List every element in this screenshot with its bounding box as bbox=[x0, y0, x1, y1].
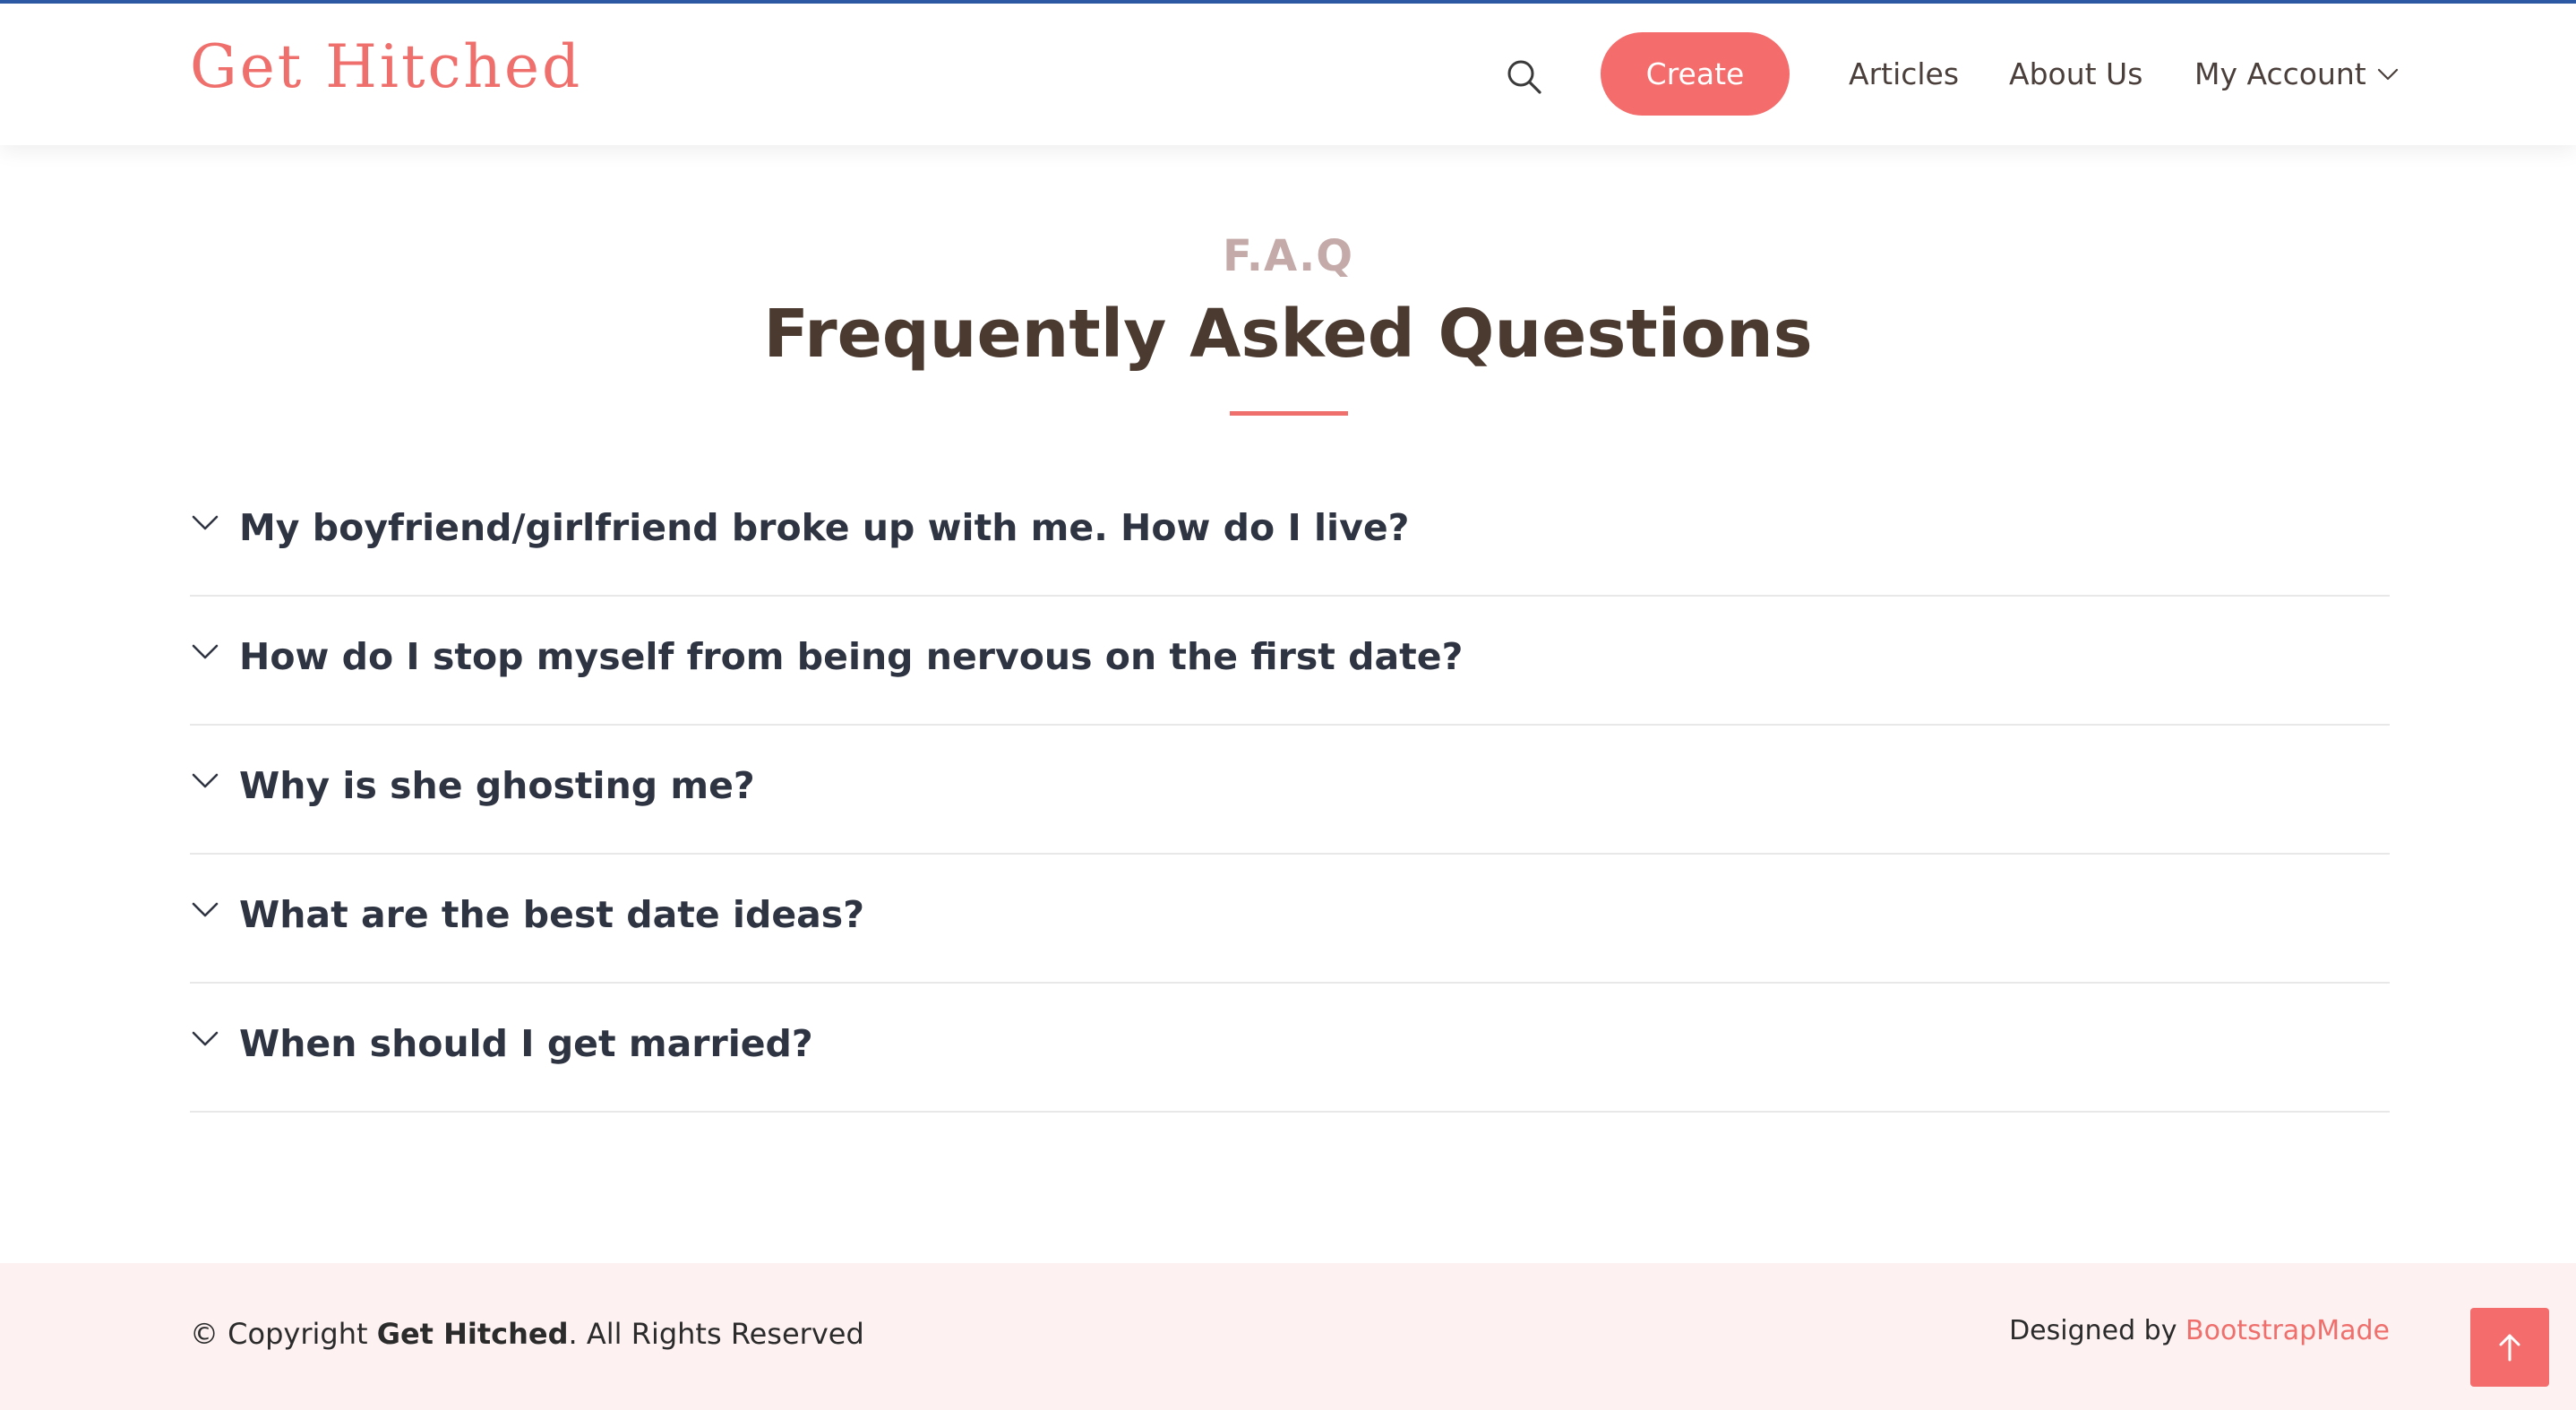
chevron-down-icon bbox=[192, 902, 219, 917]
chevron-down-icon bbox=[192, 644, 219, 659]
copyright-prefix: © Copyright bbox=[190, 1317, 377, 1351]
nav-my-account-label: My Account bbox=[2194, 56, 2366, 91]
arrow-up-icon bbox=[2499, 1334, 2520, 1362]
page-title: Frequently Asked Questions bbox=[763, 296, 1813, 373]
nav-my-account-dropdown[interactable]: My Account bbox=[2194, 59, 2399, 89]
copyright-brand: Get Hitched bbox=[376, 1317, 569, 1351]
site-header: Get Hitched Create Articles About Us My … bbox=[0, 4, 2576, 145]
faq-question: My boyfriend/girlfriend broke up with me… bbox=[239, 506, 1410, 549]
title-underline bbox=[1230, 411, 1348, 416]
faq-item[interactable]: How do I stop myself from being nervous … bbox=[190, 597, 2390, 726]
copyright-text: © Copyright Get Hitched. All Rights Rese… bbox=[190, 1317, 864, 1351]
credits-text: Designed by BootstrapMade bbox=[2009, 1315, 2390, 1346]
designed-by-label: Designed by bbox=[2009, 1315, 2186, 1346]
faq-question: What are the best date ideas? bbox=[239, 893, 864, 936]
nav-articles-link[interactable]: Articles bbox=[1849, 59, 1959, 89]
search-button[interactable] bbox=[1505, 57, 1544, 97]
site-footer: © Copyright Get Hitched. All Rights Rese… bbox=[0, 1263, 2576, 1410]
faq-item[interactable]: When should I get married? bbox=[190, 984, 2390, 1113]
faq-question: Why is she ghosting me? bbox=[239, 764, 755, 807]
search-icon bbox=[1507, 60, 1541, 94]
nav-about-link[interactable]: About Us bbox=[2009, 59, 2142, 89]
back-to-top-button[interactable] bbox=[2470, 1308, 2549, 1387]
faq-question: When should I get married? bbox=[239, 1022, 813, 1065]
designer-link[interactable]: BootstrapMade bbox=[2185, 1315, 2390, 1346]
chevron-down-icon bbox=[192, 1031, 219, 1046]
chevron-down-icon bbox=[2377, 68, 2398, 80]
site-logo[interactable]: Get Hitched bbox=[190, 38, 582, 97]
faq-item[interactable]: What are the best date ideas? bbox=[190, 855, 2390, 984]
copyright-suffix: . All Rights Reserved bbox=[568, 1317, 864, 1351]
faq-item[interactable]: Why is she ghosting me? bbox=[190, 726, 2390, 855]
create-button[interactable]: Create bbox=[1601, 32, 1790, 116]
chevron-down-icon bbox=[192, 515, 219, 530]
faq-item[interactable]: My boyfriend/girlfriend broke up with me… bbox=[190, 468, 2390, 597]
chevron-down-icon bbox=[192, 773, 219, 788]
faq-list: My boyfriend/girlfriend broke up with me… bbox=[190, 468, 2390, 1113]
faq-question: How do I stop myself from being nervous … bbox=[239, 635, 1464, 678]
section-eyebrow: F.A.Q bbox=[1222, 231, 1354, 281]
